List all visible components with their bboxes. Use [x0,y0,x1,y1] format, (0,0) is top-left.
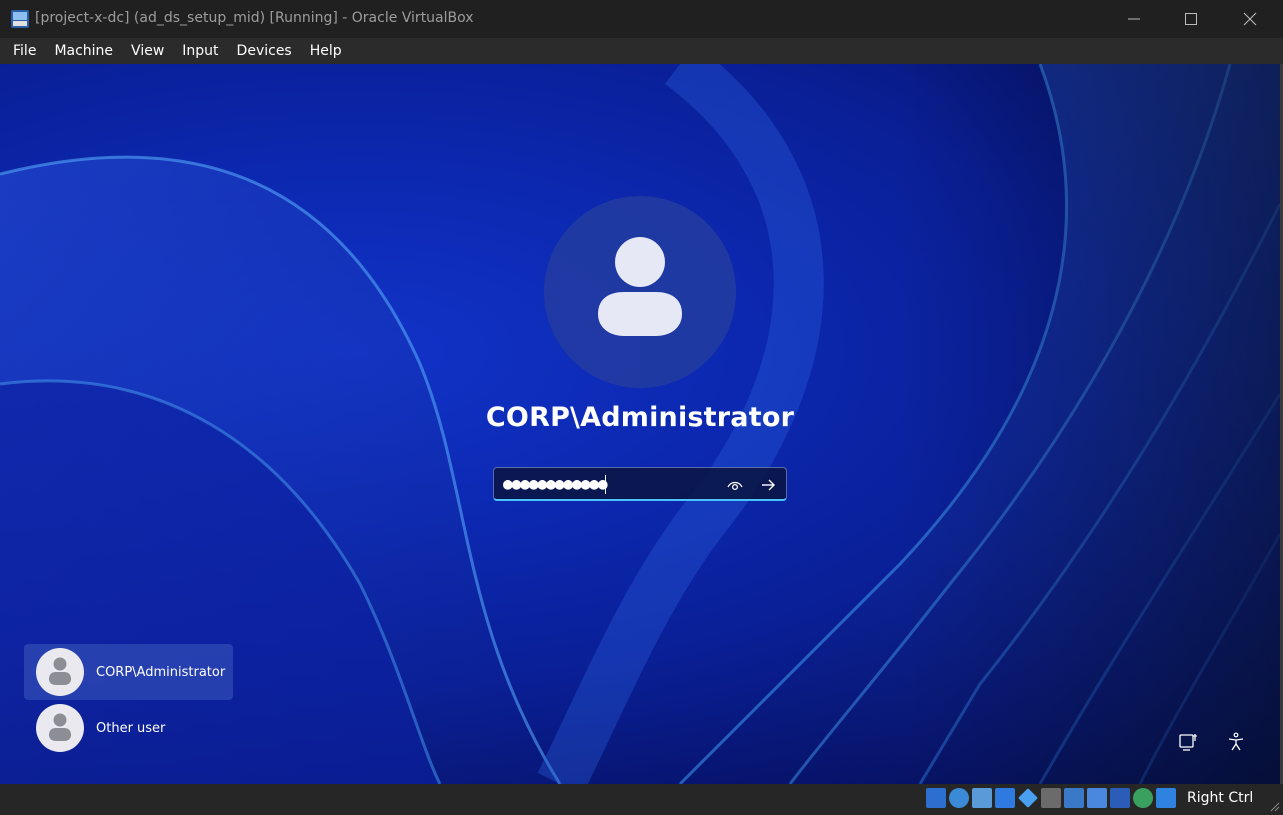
keyboard-capture-icon[interactable] [1156,788,1176,808]
status-bar: Right Ctrl [0,784,1283,815]
audio-icon[interactable] [972,788,992,808]
virtualbox-window: [project-x-dc] (ad_ds_setup_mid) [Runnin… [0,0,1283,815]
hard-disk-icon[interactable] [926,788,946,808]
status-icons [926,788,1179,808]
menu-devices[interactable]: Devices [228,38,301,64]
user-tile-administrator[interactable]: CORP\Administrator [24,644,233,700]
optical-drive-icon[interactable] [949,788,969,808]
resize-grip-icon[interactable] [1268,800,1280,812]
network-icon[interactable] [1178,732,1198,752]
person-icon [598,237,682,336]
maximize-button[interactable] [1161,0,1221,38]
person-icon [49,657,71,685]
user-tile-label: CORP\Administrator [96,664,226,680]
display-icon[interactable] [1064,788,1084,808]
menu-machine[interactable]: Machine [45,38,122,64]
recording-icon[interactable] [1087,788,1107,808]
close-icon [1243,12,1257,26]
mouse-integration-icon[interactable] [1133,788,1153,808]
menu-bar: File Machine View Input Devices Help [0,38,1283,64]
avatar [36,704,84,752]
vm-display[interactable]: CORP\Administrator ●●●●●●●●●●●● CORP\Adm… [0,64,1280,784]
password-field[interactable]: ●●●●●●●●●●●● [493,467,787,501]
password-value: ●●●●●●●●●●●● [503,474,608,493]
login-username: CORP\Administrator [485,402,795,433]
usb-icon[interactable] [1018,788,1038,808]
person-icon [49,713,71,741]
minimize-button[interactable] [1104,0,1164,38]
virtualization-icon[interactable] [1110,788,1130,808]
submit-arrow-icon[interactable] [759,476,777,494]
window-title: [project-x-dc] (ad_ds_setup_mid) [Runnin… [35,10,474,26]
user-tile-label: Other user [96,720,166,736]
network-adapters-icon[interactable] [995,788,1015,808]
menu-view[interactable]: View [122,38,173,64]
close-button[interactable] [1220,0,1280,38]
text-caret [605,475,606,494]
user-avatar [544,196,736,388]
avatar [36,648,84,696]
accessibility-icon[interactable] [1226,732,1246,752]
menu-file[interactable]: File [4,38,45,64]
host-key-label: Right Ctrl [1187,790,1254,806]
reveal-password-icon[interactable] [726,477,744,493]
menu-input[interactable]: Input [173,38,227,64]
maximize-icon [1185,13,1197,25]
user-tile-other[interactable]: Other user [24,700,233,756]
shared-folders-icon[interactable] [1041,788,1061,808]
minimize-icon [1128,18,1140,20]
title-bar[interactable]: [project-x-dc] (ad_ds_setup_mid) [Runnin… [0,0,1283,38]
menu-help[interactable]: Help [301,38,351,64]
virtualbox-app-icon [11,10,29,28]
